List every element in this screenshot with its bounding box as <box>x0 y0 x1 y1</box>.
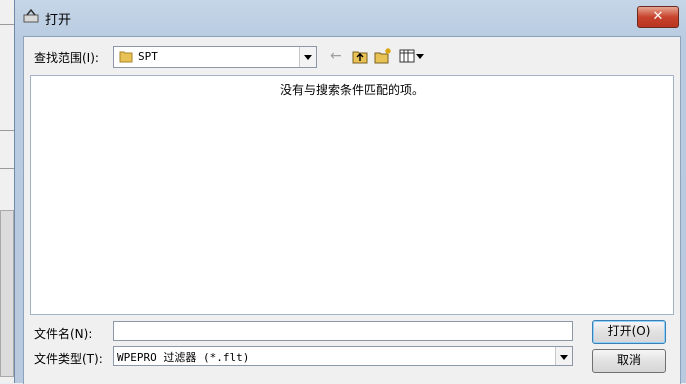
dialog-body: 查找范围(I): SPT ← 没有与搜索条件匹配的项。 文件名(N): 文件类型… <box>23 36 681 384</box>
file-type-dropdown-arrow[interactable] <box>555 347 572 365</box>
file-name-input[interactable] <box>113 321 573 341</box>
open-dialog-icon <box>23 9 39 23</box>
title-bar[interactable]: 打开 ✕ <box>15 0 686 30</box>
look-in-dropdown[interactable]: SPT <box>113 46 317 68</box>
look-in-value: SPT <box>138 50 158 63</box>
up-folder-icon[interactable] <box>352 47 368 65</box>
look-in-label: 查找范围(I): <box>34 51 99 65</box>
back-arrow-icon[interactable]: ← <box>330 47 344 65</box>
background-divider <box>0 168 14 169</box>
folder-icon <box>119 51 133 63</box>
close-button[interactable]: ✕ <box>637 6 679 28</box>
background-divider <box>0 130 14 131</box>
new-folder-icon[interactable] <box>374 47 392 65</box>
file-type-value: WPEPRO 过滤器 (*.flt) <box>117 351 250 364</box>
background-scrollbar <box>0 210 14 377</box>
open-file-dialog: 打开 ✕ 查找范围(I): SPT ← 没有与搜索条件匹配的项。 文件名(N):… <box>14 0 686 384</box>
file-type-dropdown[interactable]: WPEPRO 过滤器 (*.flt) <box>113 346 573 366</box>
cancel-button[interactable]: 取消 <box>592 349 666 373</box>
file-list[interactable]: 没有与搜索条件匹配的项。 <box>30 75 674 315</box>
file-name-label: 文件名(N): <box>34 327 93 341</box>
file-type-label: 文件类型(T): <box>34 352 103 366</box>
look-in-dropdown-arrow[interactable] <box>299 47 316 67</box>
view-menu-icon[interactable] <box>399 47 425 65</box>
window-title: 打开 <box>45 13 72 28</box>
background-divider <box>0 24 14 25</box>
open-button[interactable]: 打开(O) <box>592 320 666 344</box>
empty-list-message: 没有与搜索条件匹配的项。 <box>279 83 424 97</box>
